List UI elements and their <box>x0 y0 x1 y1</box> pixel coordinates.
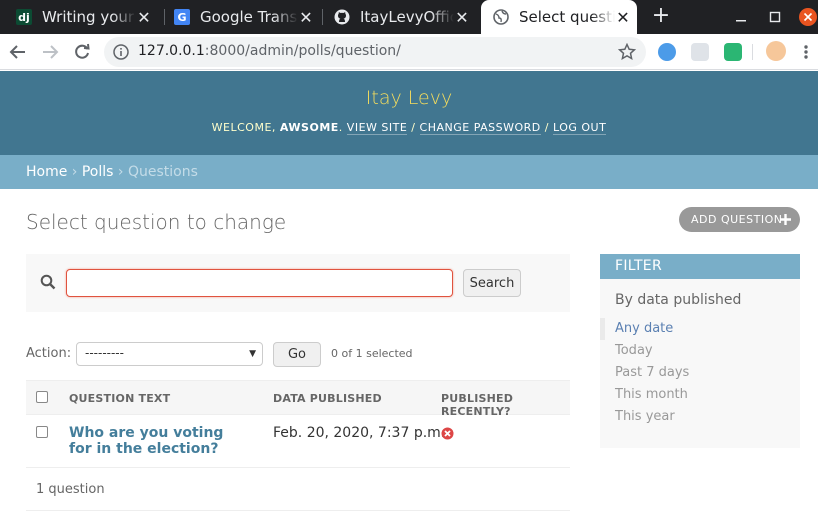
false-icon <box>441 427 454 440</box>
browser-tab-google-translate[interactable]: G Google Translate ✕ <box>166 0 320 34</box>
site-branding[interactable]: Itay Levy <box>0 87 818 109</box>
url-text: 127.0.0.1:8000/admin/polls/question/ <box>138 43 401 59</box>
address-bar[interactable]: 127.0.0.1:8000/admin/polls/question/ <box>104 37 646 67</box>
globe-icon <box>493 9 509 25</box>
add-question-button[interactable]: ADD QUESTION <box>679 207 800 232</box>
reload-icon <box>75 43 90 59</box>
forward-button[interactable] <box>38 40 62 64</box>
breadcrumb: Home › Polls › Questions <box>0 155 818 189</box>
published-date: Feb. 20, 2020, 7:37 p.m. <box>273 425 446 441</box>
tab-title: Select question to change <box>519 8 615 26</box>
actions-bar: Action: --------- ▼ Go 0 of 1 selected <box>26 340 570 368</box>
username: AWSOME <box>279 121 339 134</box>
google-translate-icon: G <box>174 9 190 25</box>
filter-subtitle: By data published <box>615 292 742 308</box>
plus-icon <box>780 214 791 225</box>
browser-tab-active[interactable]: Select question to change ✕ <box>481 0 637 34</box>
filter-option-this-year[interactable]: This year <box>600 406 800 428</box>
close-icon[interactable]: ✕ <box>298 8 314 27</box>
go-button[interactable]: Go <box>273 342 321 367</box>
change-password-link[interactable]: CHANGE PASSWORD <box>419 121 541 135</box>
search-button[interactable]: Search <box>463 269 521 297</box>
filter-option-this-month[interactable]: This month <box>600 384 800 406</box>
tab-title: Google Translate <box>200 8 298 26</box>
browser-tab-bar: dj Writing your first Django app ✕ G Goo… <box>0 0 818 34</box>
url-host: 127.0.0.1 <box>138 43 205 59</box>
breadcrumb-home[interactable]: Home <box>26 164 67 180</box>
filter-title: FILTER <box>600 254 800 279</box>
breadcrumb-separator: › <box>71 164 78 180</box>
url-path: :8000/admin/polls/question/ <box>204 43 401 59</box>
menu-button[interactable] <box>798 40 814 64</box>
action-selected-option: --------- <box>85 346 124 360</box>
avatar[interactable] <box>766 41 786 61</box>
reload-button[interactable] <box>70 40 94 64</box>
maximize-button[interactable] <box>764 0 786 34</box>
paginator: 1 question <box>26 468 570 511</box>
question-link[interactable]: Who are you voting for in the election? <box>69 425 244 457</box>
close-window-button[interactable] <box>797 0 818 34</box>
table-row: Who are you voting for in the election? … <box>26 415 570 468</box>
breadcrumb-current: Questions <box>127 164 198 180</box>
admin-header: Itay Levy WELCOME, AWSOME. VIEW SITE / C… <box>0 71 818 155</box>
separator: / <box>544 121 549 134</box>
filter-option-today[interactable]: Today <box>600 340 800 362</box>
filter-option-past-7-days[interactable]: Past 7 days <box>600 362 800 384</box>
welcome-text: WELCOME, <box>211 121 276 134</box>
github-icon <box>334 9 350 25</box>
close-icon[interactable]: ✕ <box>454 8 470 27</box>
arrow-right-icon <box>43 45 59 59</box>
select-all-checkbox[interactable] <box>36 391 48 403</box>
search-icon <box>40 274 56 290</box>
column-header-data-published[interactable]: DATA PUBLISHED <box>273 392 382 405</box>
minimize-button[interactable] <box>730 0 752 34</box>
tab-title: ItayLevyOfficial <box>360 8 454 26</box>
extension-icon[interactable] <box>691 43 709 61</box>
filter-option-any-date[interactable]: Any date <box>600 318 800 340</box>
close-icon[interactable]: ✕ <box>136 8 152 27</box>
chevron-down-icon: ▼ <box>249 349 256 359</box>
changelist-filter: FILTER By data published Any date Today … <box>600 254 800 448</box>
breadcrumb-polls[interactable]: Polls <box>82 164 114 180</box>
log-out-link[interactable]: LOG OUT <box>552 121 607 135</box>
action-select[interactable]: --------- ▼ <box>76 342 263 366</box>
tab-separator <box>322 9 323 25</box>
browser-tab-django-docs[interactable]: dj Writing your first Django app ✕ <box>8 0 158 34</box>
tab-title: Writing your first Django app <box>42 8 136 26</box>
info-icon[interactable] <box>113 44 129 64</box>
search-toolbar: Search <box>26 254 570 312</box>
extension-icon[interactable] <box>658 43 676 61</box>
extension-icon[interactable] <box>724 43 742 61</box>
breadcrumb-separator: › <box>117 164 124 180</box>
more-vertical-icon <box>804 45 808 59</box>
column-header-question-text[interactable]: QUESTION TEXT <box>69 392 170 405</box>
action-label: Action: <box>26 346 72 361</box>
table-header: QUESTION TEXT DATA PUBLISHED PUBLISHED R… <box>26 380 570 418</box>
star-icon[interactable] <box>617 42 637 65</box>
close-icon[interactable]: ✕ <box>615 8 631 27</box>
view-site-link[interactable]: VIEW SITE <box>346 121 408 135</box>
django-favicon-icon: dj <box>16 9 32 25</box>
user-tools: WELCOME, AWSOME. VIEW SITE / CHANGE PASS… <box>211 121 607 135</box>
filter-options: Any date Today Past 7 days This month Th… <box>600 318 800 428</box>
page-title: Select question to change <box>26 210 287 234</box>
row-checkbox[interactable] <box>36 426 48 438</box>
arrow-left-icon <box>9 45 25 59</box>
tab-separator <box>164 9 165 25</box>
separator: / <box>411 121 416 134</box>
add-question-label: ADD QUESTION <box>691 213 783 226</box>
back-button[interactable] <box>6 40 30 64</box>
search-input[interactable] <box>66 269 453 297</box>
selection-counter: 0 of 1 selected <box>331 347 413 360</box>
browser-toolbar: 127.0.0.1:8000/admin/polls/question/ <box>0 34 818 70</box>
toolbar-separator <box>752 44 753 60</box>
new-tab-button[interactable]: + <box>650 5 672 29</box>
browser-tab-github[interactable]: ItayLevyOfficial ✕ <box>326 0 476 34</box>
